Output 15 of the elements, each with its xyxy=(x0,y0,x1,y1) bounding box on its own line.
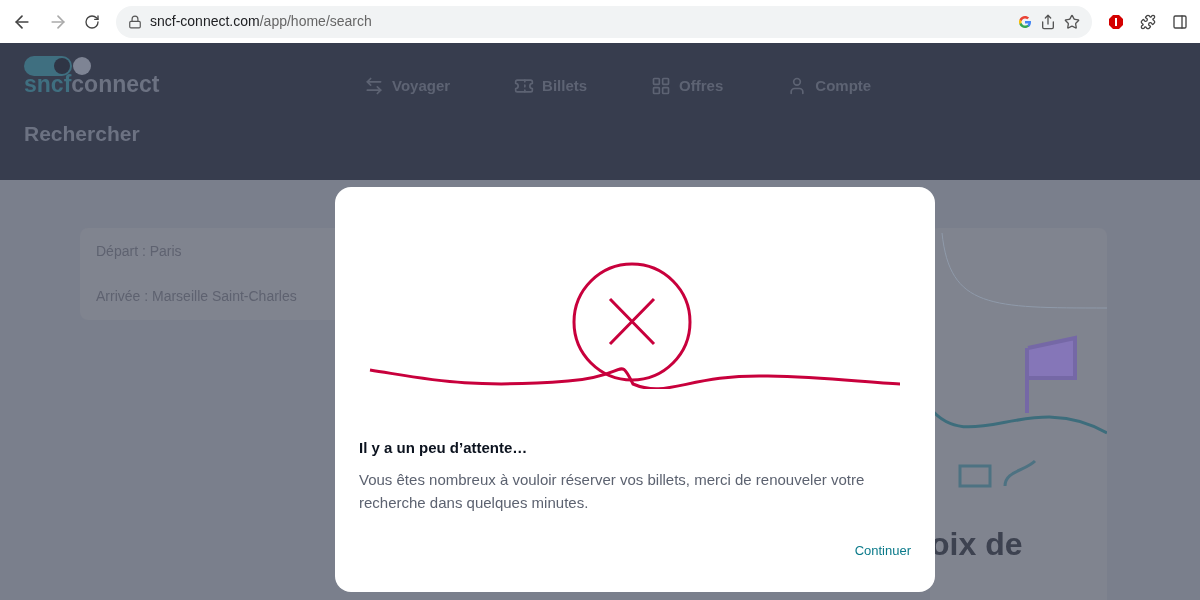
google-icon[interactable] xyxy=(1018,14,1032,29)
side-panel-icon[interactable] xyxy=(1172,13,1188,30)
extensions-icon[interactable] xyxy=(1140,13,1156,30)
address-bar[interactable]: sncf-connect.com/app/home/search xyxy=(116,5,1092,38)
reload-icon[interactable] xyxy=(84,13,100,30)
dialog-message: Vous êtes nombreux à vouloir réserver vos billets, merci de renouveler votre recherche dans quelques minutes. xyxy=(359,469,866,513)
share-icon[interactable] xyxy=(1040,13,1056,30)
lock-icon xyxy=(128,14,142,29)
continue-link[interactable]: Continuer xyxy=(854,540,911,560)
shield-icon[interactable] xyxy=(1108,13,1124,30)
bookmark-star-icon[interactable] xyxy=(1064,13,1080,30)
grid-icon xyxy=(651,76,672,97)
route-icon xyxy=(364,76,384,97)
dialog-title: Il y a un peu d’attente… xyxy=(359,438,529,458)
url-text: sncf-connect.com/app/home/search xyxy=(150,12,372,31)
